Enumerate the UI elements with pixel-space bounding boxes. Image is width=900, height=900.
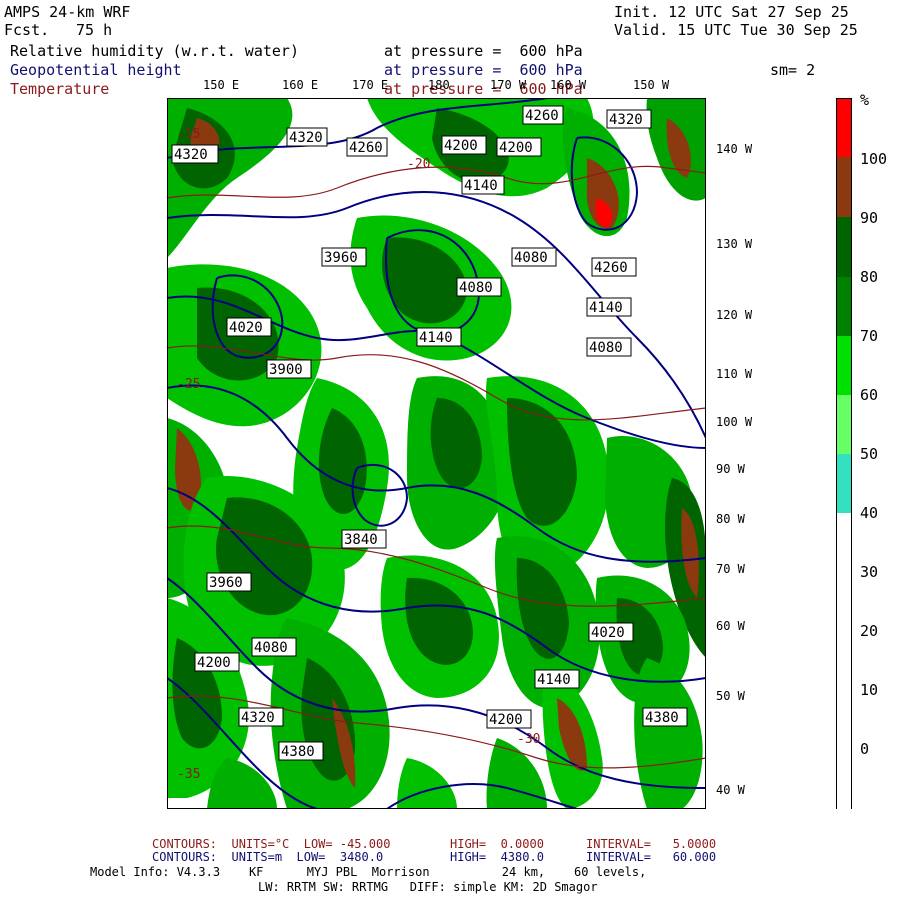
lat-label: 80 W	[716, 512, 745, 526]
smoothing-label: sm= 2	[770, 61, 816, 79]
weather-map: 4260 4320 4320 4260 4200 4140 4080 4020 …	[167, 98, 706, 809]
field-height-level: at pressure = 600 hPa	[384, 61, 583, 79]
lon-label: 180	[428, 78, 450, 92]
lat-label: 130 W	[716, 237, 753, 251]
colorbar-tick: 40	[860, 504, 879, 522]
svg-text:4320: 4320	[241, 710, 275, 726]
svg-text:4020: 4020	[591, 625, 625, 641]
colorbar-segment-lightgreen	[837, 395, 851, 454]
lat-label: 60 W	[716, 619, 745, 633]
lat-label: 110 W	[716, 367, 753, 381]
field-rh-name: Relative humidity (w.r.t. water)	[10, 42, 299, 60]
lon-label: 170 E	[352, 78, 389, 92]
svg-text:4080: 4080	[254, 640, 288, 656]
lon-label: 150 E	[203, 78, 240, 92]
svg-text:-25: -25	[177, 377, 200, 392]
svg-text:4380: 4380	[645, 710, 679, 726]
colorbar-segment-red	[837, 99, 851, 157]
svg-text:4260: 4260	[525, 108, 559, 124]
svg-text:3900: 3900	[269, 362, 303, 378]
colorbar	[836, 98, 852, 810]
svg-text:4380: 4380	[281, 744, 315, 760]
forecast-label: Fcst.	[4, 21, 50, 39]
svg-text:4200: 4200	[444, 138, 478, 154]
lat-label: 140 W	[716, 142, 753, 156]
lon-label: 170 W	[490, 78, 527, 92]
model-title: AMPS 24-km WRF	[4, 3, 131, 21]
field-temp-name: Temperature	[10, 80, 110, 98]
svg-text:3960: 3960	[209, 575, 243, 591]
svg-text:-35: -35	[177, 767, 200, 782]
svg-text:4260: 4260	[594, 260, 628, 276]
svg-text:4140: 4140	[537, 672, 571, 688]
svg-text:4080: 4080	[589, 340, 623, 356]
lat-label: 50 W	[716, 689, 745, 703]
colorbar-segment-darkgreen	[837, 217, 851, 277]
colorbar-tick: 100	[860, 150, 888, 168]
lat-label: 90 W	[716, 462, 745, 476]
lat-label: 120 W	[716, 308, 753, 322]
colorbar-tick: 0	[860, 740, 870, 758]
footer-height-interval: INTERVAL= 60.000	[586, 850, 717, 864]
svg-text:4200: 4200	[499, 140, 533, 156]
init-time: Init. 12 UTC Sat 27 Sep 25	[614, 3, 849, 21]
svg-text:4320: 4320	[289, 130, 323, 146]
colorbar-tick: 90	[860, 209, 879, 227]
svg-text:4200: 4200	[489, 712, 523, 728]
svg-text:4260: 4260	[349, 140, 383, 156]
svg-text:3960: 3960	[324, 250, 358, 266]
lat-label: 100 W	[716, 415, 753, 429]
colorbar-tick: 80	[860, 268, 879, 286]
colorbar-tick: 20	[860, 622, 879, 640]
lon-label: 160 W	[550, 78, 587, 92]
svg-text:-20: -20	[407, 157, 430, 172]
field-height-name: Geopotential height	[10, 61, 182, 79]
colorbar-tick: 70	[860, 327, 879, 345]
svg-text:4140: 4140	[464, 178, 498, 194]
svg-text:4200: 4200	[197, 655, 231, 671]
colorbar-unit: %	[860, 91, 870, 109]
svg-text:4140: 4140	[419, 330, 453, 346]
svg-text:4320: 4320	[609, 112, 643, 128]
svg-text:-30: -30	[517, 732, 540, 747]
footer-height-high: HIGH= 4380.0	[450, 850, 544, 864]
svg-text:4020: 4020	[229, 320, 263, 336]
svg-text:4140: 4140	[589, 300, 623, 316]
colorbar-segment-brightgreen	[837, 336, 851, 395]
footer-physics-info: LW: RRTM SW: RRTMG DIFF: simple KM: 2D S…	[258, 880, 598, 894]
forecast-hour: 75 h	[76, 21, 113, 39]
colorbar-segment-cyan	[837, 454, 851, 513]
colorbar-tick: 30	[860, 563, 879, 581]
lon-label: 160 E	[282, 78, 319, 92]
colorbar-tick: 50	[860, 445, 879, 463]
field-rh-level: at pressure = 600 hPa	[384, 42, 583, 60]
svg-text:-15: -15	[177, 127, 200, 142]
lat-label: 70 W	[716, 562, 745, 576]
footer-model-info: Model Info: V4.3.3 KF MYJ PBL Morrison 2…	[90, 865, 647, 879]
colorbar-segment-green	[837, 277, 851, 336]
colorbar-segment-brown	[837, 157, 851, 217]
lat-label: 40 W	[716, 783, 745, 797]
svg-text:4080: 4080	[459, 280, 493, 296]
lon-label: 150 W	[633, 78, 670, 92]
valid-time: Valid. 15 UTC Tue 30 Sep 25	[614, 21, 858, 39]
svg-text:4080: 4080	[514, 250, 548, 266]
footer-height-contours: CONTOURS: UNITS=m LOW= 3480.0	[152, 850, 384, 864]
svg-text:3840: 3840	[344, 532, 378, 548]
colorbar-tick: 10	[860, 681, 879, 699]
colorbar-tick: 60	[860, 386, 879, 404]
colorbar-segment-white	[837, 513, 851, 810]
svg-text:4320: 4320	[174, 147, 208, 163]
